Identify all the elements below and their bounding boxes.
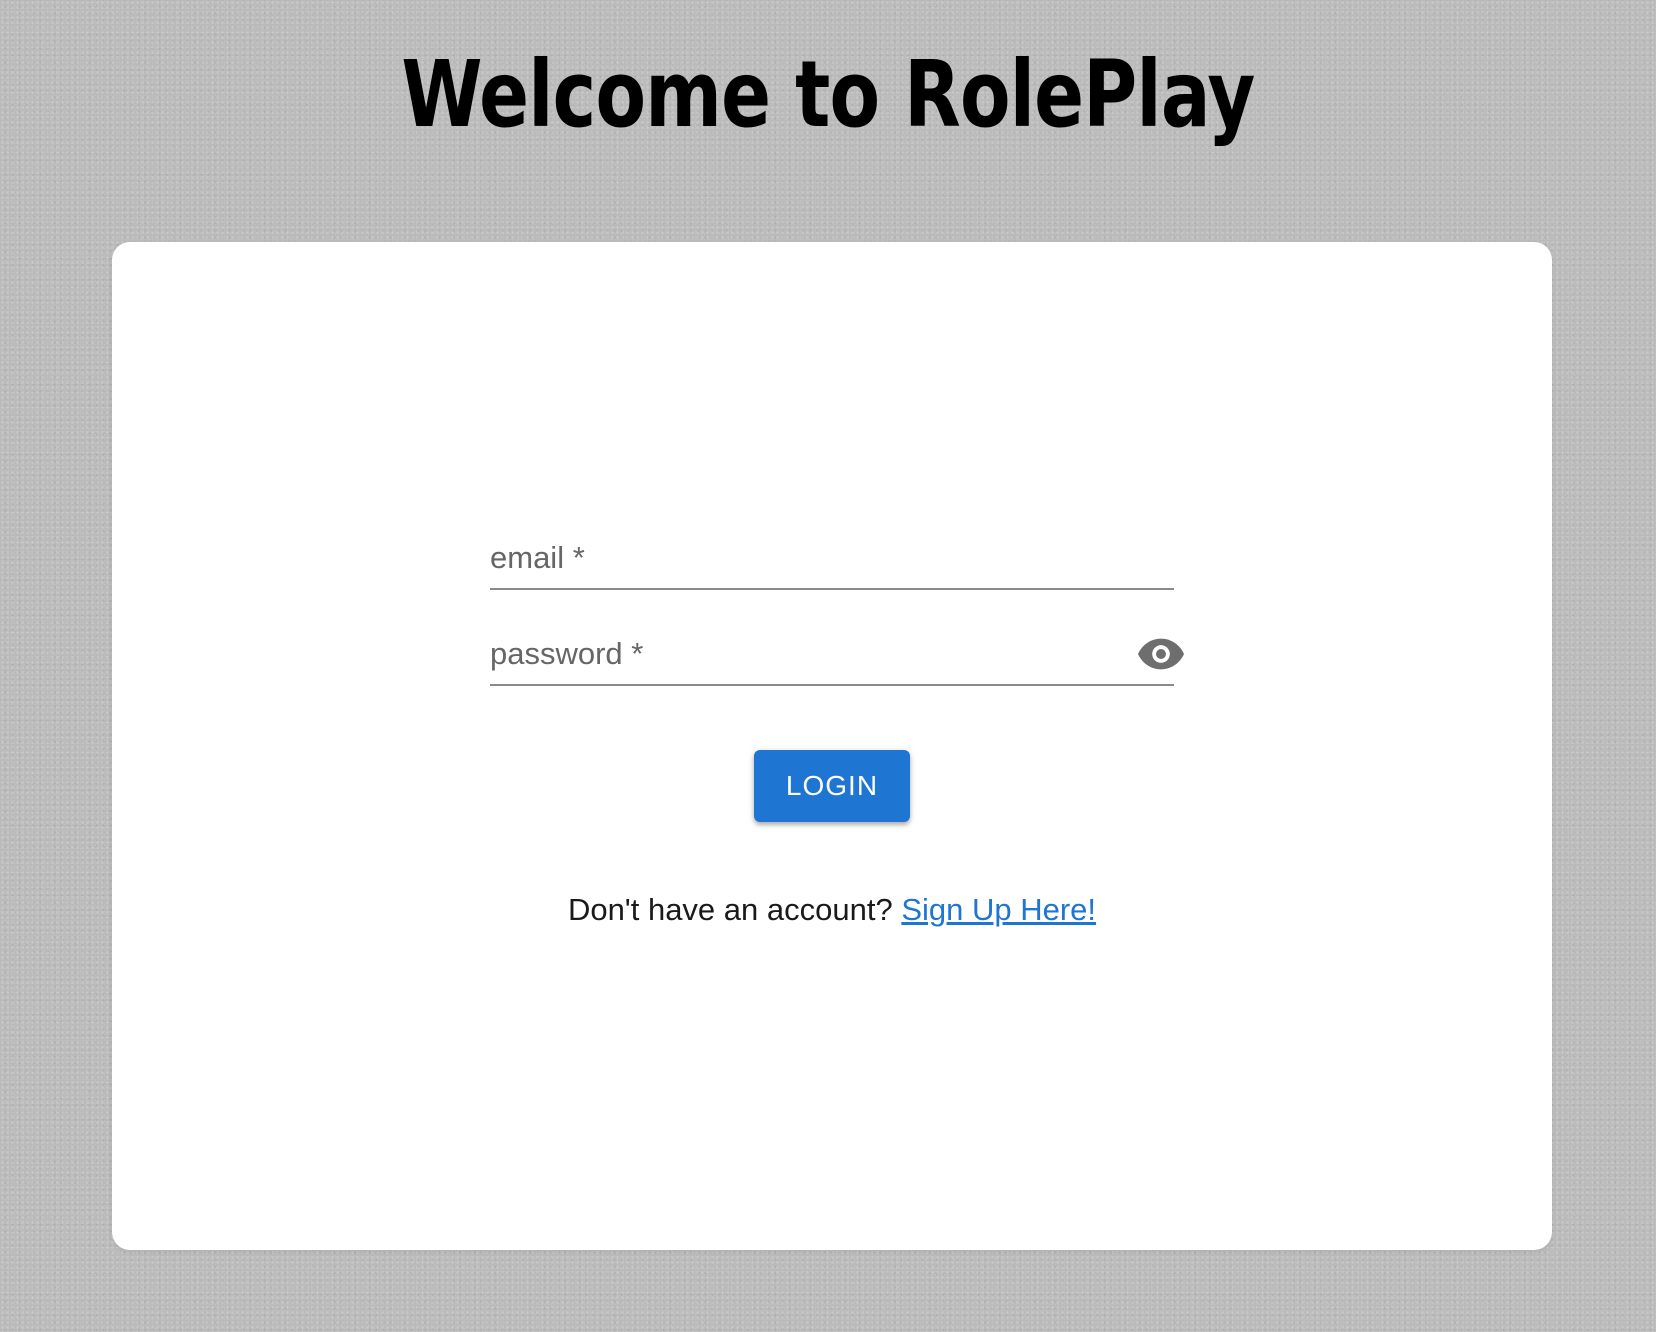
eye-icon[interactable] bbox=[1138, 638, 1184, 670]
signup-line: Don't have an account? Sign Up Here! bbox=[112, 892, 1552, 928]
signup-link[interactable]: Sign Up Here! bbox=[901, 892, 1096, 927]
login-button[interactable]: LOGIN bbox=[754, 750, 910, 822]
password-input[interactable] bbox=[490, 620, 1178, 686]
email-field[interactable]: email * bbox=[490, 524, 1178, 590]
page-title: Welcome to RolePlay bbox=[401, 41, 1255, 148]
password-field[interactable]: password * bbox=[490, 620, 1184, 686]
email-input[interactable] bbox=[490, 524, 1178, 590]
signup-prompt: Don't have an account? bbox=[567, 892, 893, 927]
login-card: email * password * LOGIN Don't have an a… bbox=[112, 242, 1552, 1250]
